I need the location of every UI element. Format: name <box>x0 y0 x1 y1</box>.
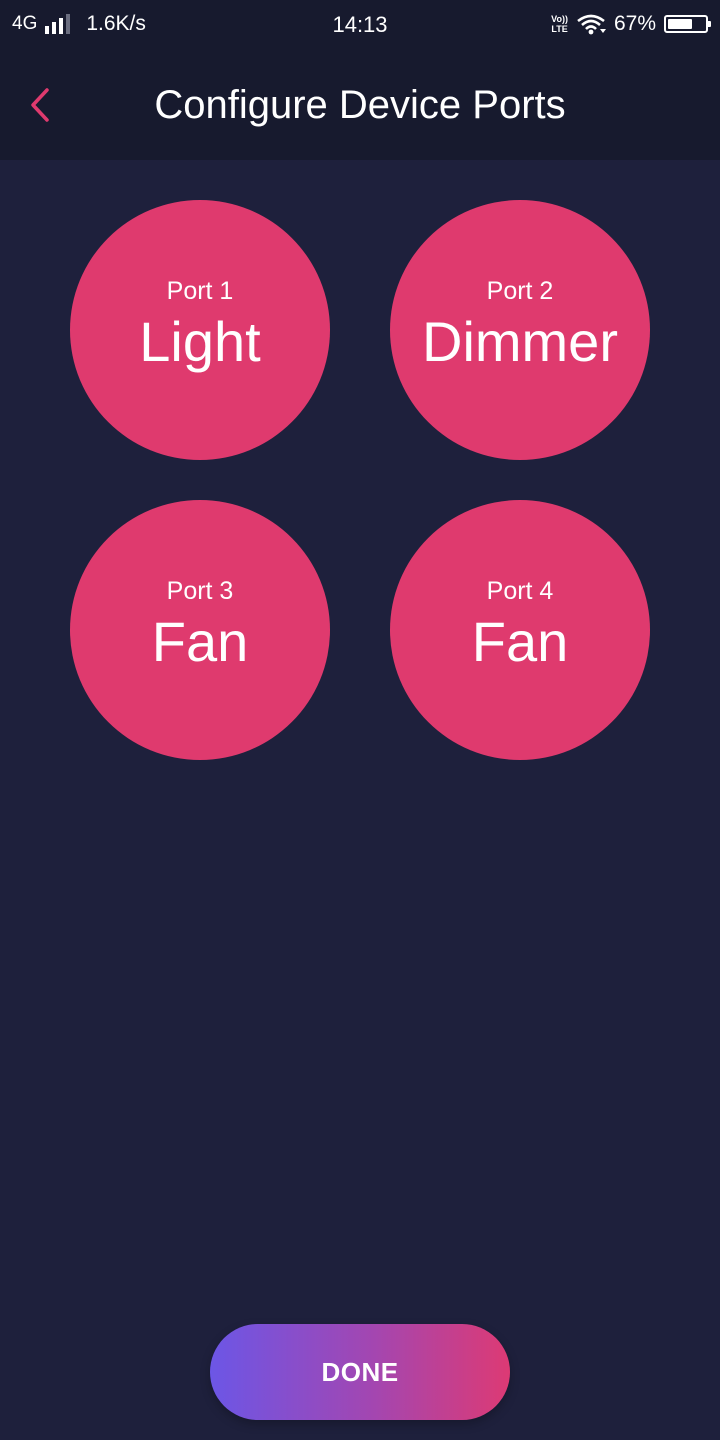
port-1-button[interactable]: Port 1 Light <box>70 200 330 460</box>
done-button[interactable]: DONE <box>210 1324 510 1420</box>
port-label: Port 1 <box>166 277 234 305</box>
port-label: Port 3 <box>166 577 234 605</box>
app-header: Configure Device Ports <box>0 50 720 160</box>
volte-icon: Vo)) LTE <box>551 14 568 34</box>
port-label: Port 4 <box>486 577 554 605</box>
volte-line1: Vo)) <box>551 14 568 24</box>
battery-percent: 67% <box>613 12 656 35</box>
page-title: Configure Device Ports <box>154 83 566 127</box>
port-type: Fan <box>151 610 249 673</box>
port-3-button[interactable]: Port 3 Fan <box>70 500 330 760</box>
battery-icon <box>664 15 711 33</box>
ports-grid: Port 1 Light Port 2 Dimmer Port 3 Fan Po… <box>70 200 650 760</box>
status-bar-right: Vo)) LTE 67% <box>551 12 711 36</box>
battery-fill <box>668 19 692 29</box>
port-4-button[interactable]: Port 4 Fan <box>390 500 650 760</box>
port-type: Fan <box>471 610 569 673</box>
wifi-icon <box>577 14 606 35</box>
volte-line2: LTE <box>551 24 568 34</box>
port-label: Port 2 <box>486 277 554 305</box>
status-bar: 4G 1.6K/s 14:13 Vo)) LTE 67% <box>0 0 720 50</box>
port-2-button[interactable]: Port 2 Dimmer <box>390 200 650 460</box>
port-type: Light <box>139 310 261 373</box>
port-type: Dimmer <box>422 310 618 373</box>
